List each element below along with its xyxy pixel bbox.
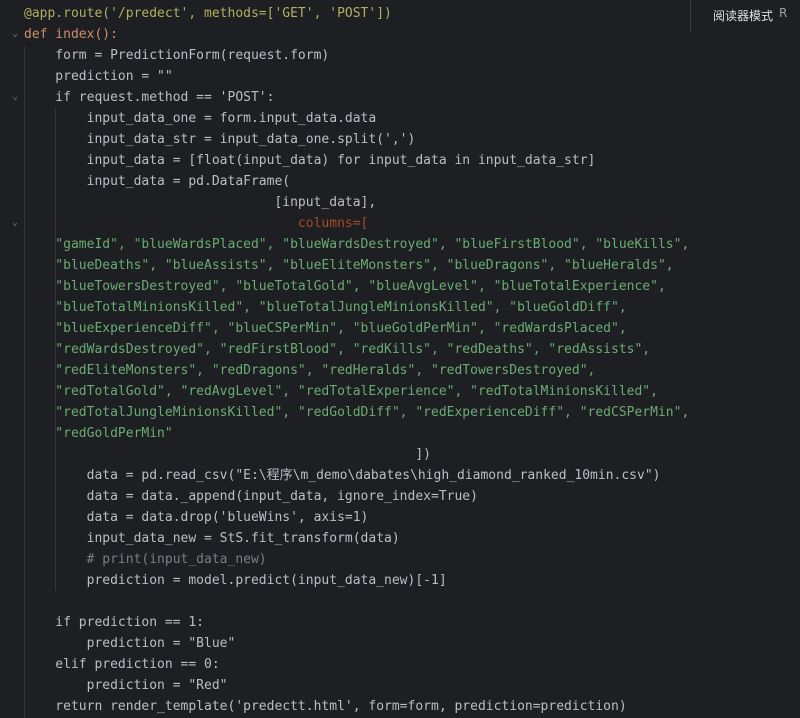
code-line-13[interactable]: "blueDeaths", "blueAssists", "blueEliteM…	[24, 255, 673, 276]
fold-if-icon[interactable]: ⌄	[10, 92, 20, 102]
code-line-24[interactable]: data = data._append(input_data, ignore_i…	[24, 486, 478, 507]
code-line-1[interactable]: @app.route('/predect', methods=['GET', '…	[24, 3, 392, 24]
code-line-4[interactable]: prediction = ""	[24, 66, 172, 87]
reader-overflow-label: R	[779, 6, 788, 20]
code-line-12[interactable]: "gameId", "blueWardsPlaced", "blueWardsD…	[24, 234, 689, 255]
code-line-15[interactable]: "blueTotalMinionsKilled", "blueTotalJung…	[24, 297, 626, 318]
code-line-2[interactable]: def index():	[24, 24, 118, 45]
code-line-30[interactable]: if prediction == 1:	[24, 612, 204, 633]
fold-def-icon[interactable]: ⌄	[10, 29, 20, 39]
code-line-16[interactable]: "blueExperienceDiff", "blueCSPerMin", "b…	[24, 318, 626, 339]
code-line-20[interactable]: "redTotalJungleMinionsKilled", "redGoldD…	[24, 402, 689, 423]
reader-mode-button[interactable]: 阅读器模式	[690, 0, 787, 32]
code-line-9[interactable]: input_data = pd.DataFrame(	[24, 171, 291, 192]
code-line-17[interactable]: "redWardsDestroyed", "redFirstBlood", "r…	[24, 339, 650, 360]
code-line-32[interactable]: elif prediction == 0:	[24, 654, 219, 675]
code-line-26[interactable]: input_data_new = StS.fit_transform(data)	[24, 528, 400, 549]
code-line-22[interactable]: ])	[24, 444, 431, 465]
code-line-27[interactable]: # print(input_data_new)	[24, 549, 267, 570]
code-line-8[interactable]: input_data = [float(input_data) for inpu…	[24, 150, 596, 171]
code-line-34[interactable]: return render_template('predectt.html', …	[24, 696, 626, 717]
code-line-5[interactable]: if request.method == 'POST':	[24, 87, 274, 108]
code-editor[interactable]: ⌄ ⌄ ⌄ @app.route('/predect', methods=['G…	[0, 0, 800, 718]
code-line-14[interactable]: "blueTowersDestroyed", "blueTotalGold", …	[24, 276, 666, 297]
code-line-18[interactable]: "redEliteMonsters", "redDragons", "redHe…	[24, 360, 595, 381]
code-line-21[interactable]: "redGoldPerMin"	[24, 423, 172, 444]
code-line-11[interactable]: columns=[	[24, 213, 368, 234]
code-line-7[interactable]: input_data_str = input_data_one.split(',…	[24, 129, 416, 150]
reader-mode-label: 阅读器模式	[713, 9, 774, 23]
code-line-31[interactable]: prediction = "Blue"	[24, 633, 236, 654]
code-line-25[interactable]: data = data.drop('blueWins', axis=1)	[24, 507, 369, 528]
code-line-3[interactable]: form = PredictionForm(request.form)	[24, 45, 329, 66]
editor-gutter: ⌄ ⌄ ⌄	[0, 0, 24, 718]
code-line-33[interactable]: prediction = "Red"	[24, 675, 228, 696]
code-line-6[interactable]: input_data_one = form.input_data.data	[24, 108, 377, 129]
fold-columns-icon[interactable]: ⌄	[10, 218, 20, 228]
code-line-19[interactable]: "redTotalGold", "redAvgLevel", "redTotal…	[24, 381, 658, 402]
code-line-23[interactable]: data = pd.read_csv("E:\程序\m_demo\dabates…	[24, 465, 661, 486]
code-line-28[interactable]: prediction = model.predict(input_data_ne…	[24, 570, 447, 591]
code-line-10[interactable]: [input_data],	[24, 192, 376, 213]
